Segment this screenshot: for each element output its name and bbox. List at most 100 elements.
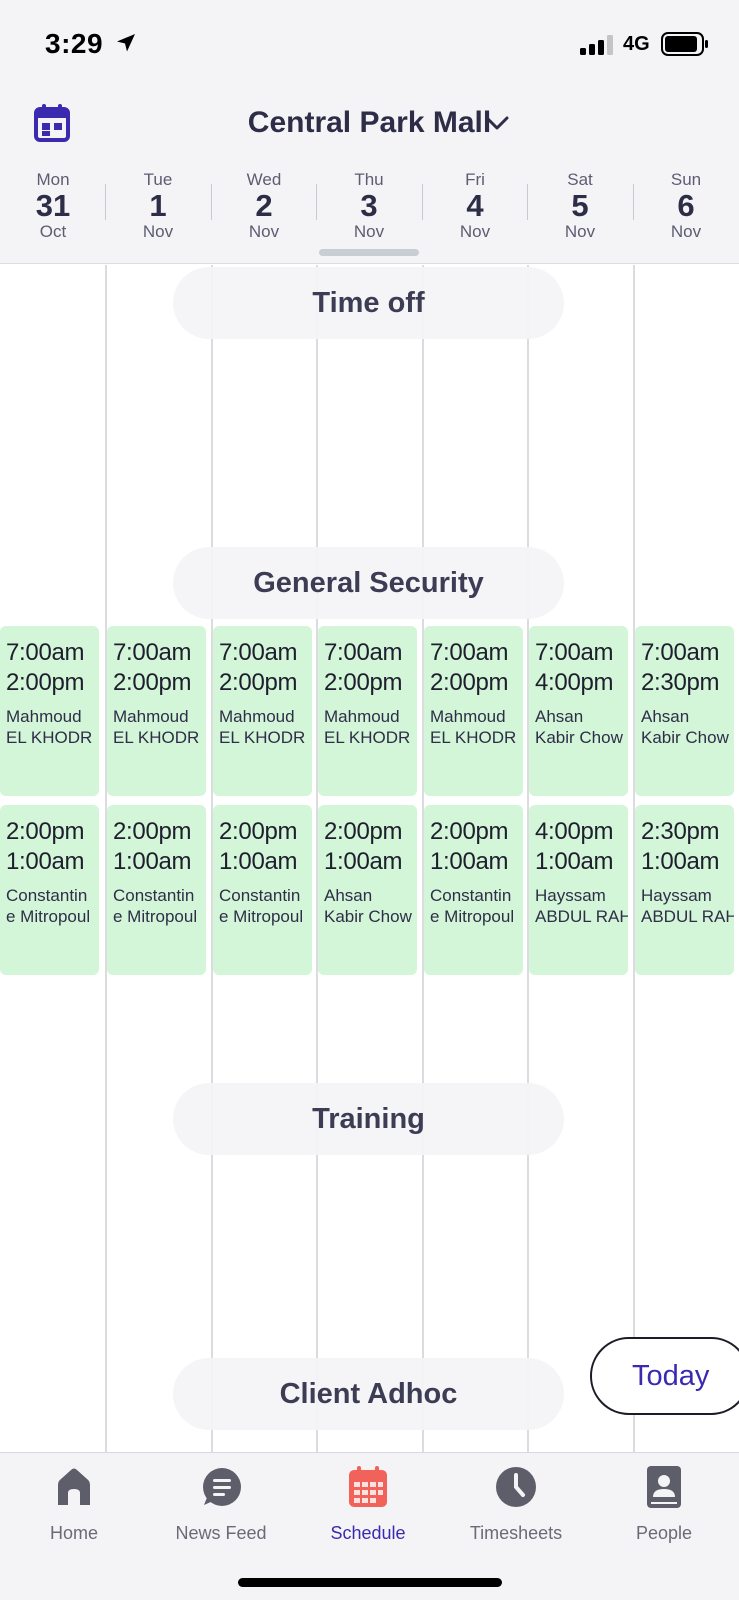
shift-card[interactable]: 7:00am 2:00pm Mahmoud EL KHODR (107, 626, 206, 796)
location-arrow-icon (117, 34, 135, 52)
day-divider (422, 184, 423, 220)
shift-start: 7:00am (430, 639, 509, 666)
day-tue[interactable]: Tue 1 Nov (105, 170, 211, 241)
shift-employee-first: Constantin (6, 886, 88, 905)
day-name: Sun (670, 170, 702, 189)
day-number: 31 (35, 188, 71, 223)
day-divider (316, 184, 317, 220)
shift-card[interactable]: 7:00am 2:30pm Ahsan Kabir Chow (635, 626, 734, 796)
tab-home[interactable]: Home (0, 1465, 148, 1544)
shift-employee-last: e Mitropoul (219, 907, 304, 926)
shift-end: 1:00am (641, 848, 720, 875)
day-month: Nov (670, 222, 702, 241)
location-name: Central Park Mall (247, 106, 492, 139)
day-name: Wed (246, 170, 282, 189)
shift-employee-first: Ahsan (641, 707, 690, 726)
contact-book-icon (647, 1466, 681, 1508)
day-number: 5 (571, 188, 589, 223)
home-indicator[interactable] (238, 1578, 502, 1587)
shift-start: 7:00am (641, 639, 720, 666)
shift-start: 7:00am (535, 639, 614, 666)
day-name: Tue (143, 170, 173, 189)
home-icon (58, 1468, 90, 1505)
shift-employee-first: Constantin (430, 886, 512, 905)
shift-employee-last: e Mitropoul (6, 907, 91, 926)
shift-start: 2:00pm (219, 818, 298, 845)
chevron-down-icon[interactable] (484, 112, 510, 134)
shift-start: 2:00pm (6, 818, 85, 845)
tab-schedule[interactable]: Schedule (294, 1465, 442, 1544)
shift-employee-first: Ahsan (535, 707, 584, 726)
day-thu[interactable]: Thu 3 Nov (316, 170, 422, 241)
shift-employee-last: ABDUL RAH (641, 907, 734, 926)
day-fri[interactable]: Fri 4 Nov (422, 170, 528, 241)
day-name: Mon (36, 170, 70, 189)
shift-employee-last: EL KHODR (219, 728, 306, 747)
day-number: 4 (466, 188, 484, 223)
day-number: 1 (149, 188, 167, 223)
shift-employee-first: Mahmoud (6, 707, 82, 726)
shift-card[interactable]: 2:00pm 1:00am Constantin e Mitropoul (424, 805, 523, 975)
shift-start: 4:00pm (535, 818, 614, 845)
shift-card[interactable]: 2:30pm 1:00am Hayssam ABDUL RAH (635, 805, 734, 975)
day-wed[interactable]: Wed 2 Nov (211, 170, 317, 241)
shift-employee-first: Mahmoud (113, 707, 189, 726)
day-name: Thu (354, 170, 384, 189)
tab-label: Timesheets (469, 1523, 563, 1543)
day-divider (633, 184, 634, 220)
today-button[interactable]: Today (590, 1337, 739, 1415)
shift-end: 2:00pm (324, 669, 403, 696)
shift-card[interactable]: 7:00am 4:00pm Ahsan Kabir Chow (529, 626, 628, 796)
shift-employee-last: EL KHODR (113, 728, 200, 747)
tab-label: Home (49, 1523, 98, 1543)
shift-card[interactable]: 2:00pm 1:00am Constantin e Mitropoul (0, 805, 99, 975)
day-name: Sat (567, 170, 593, 189)
shift-start: 7:00am (6, 639, 85, 666)
schedule-header: Central Park Mall Mon 31 Oct Tue 1 Nov W… (0, 92, 739, 264)
shift-end: 2:00pm (6, 669, 85, 696)
shift-end: 4:00pm (535, 669, 614, 696)
day-month: Nov (353, 222, 385, 241)
shift-employee-last: EL KHODR (6, 728, 93, 747)
tab-news-feed[interactable]: News Feed (147, 1465, 295, 1544)
shift-card[interactable]: 2:00pm 1:00am Constantin e Mitropoul (107, 805, 206, 975)
section-time-off: Time off (173, 267, 564, 339)
day-sun[interactable]: Sun 6 Nov (633, 170, 739, 241)
shift-employee-last: Kabir Chow (641, 728, 729, 747)
shift-card[interactable]: 2:00pm 1:00am Ahsan Kabir Chow (318, 805, 417, 975)
tab-people[interactable]: People (590, 1465, 738, 1544)
shift-start: 2:30pm (641, 818, 720, 845)
shift-employee-last: e Mitropoul (430, 907, 515, 926)
shift-card[interactable]: 7:00am 2:00pm Mahmoud EL KHODR (213, 626, 312, 796)
day-month: Nov (248, 222, 280, 241)
shift-employee-first: Hayssam (535, 886, 606, 905)
tab-timesheets[interactable]: Timesheets (442, 1465, 590, 1544)
day-divider (105, 184, 106, 220)
shift-employee-last: Kabir Chow (324, 907, 412, 926)
day-mon[interactable]: Mon 31 Oct (0, 170, 106, 241)
shift-card[interactable]: 4:00pm 1:00am Hayssam ABDUL RAH (529, 805, 628, 975)
day-number: 3 (360, 188, 378, 223)
shift-end: 1:00am (6, 848, 85, 875)
shift-end: 1:00am (113, 848, 192, 875)
day-sat[interactable]: Sat 5 Nov (527, 170, 633, 241)
shift-card[interactable]: 7:00am 2:00pm Mahmoud EL KHODR (0, 626, 99, 796)
location-selector[interactable]: Central Park Mall (0, 106, 739, 140)
shift-start: 2:00pm (430, 818, 509, 845)
schedule-grid[interactable]: Time off General Security 7:00am 2:00pm … (0, 265, 739, 1452)
day-number: 2 (255, 188, 273, 223)
shift-card[interactable]: 7:00am 2:00pm Mahmoud EL KHODR (424, 626, 523, 796)
shift-employee-first: Ahsan (324, 886, 373, 905)
day-strip: Mon 31 Oct Tue 1 Nov Wed 2 Nov Thu 3 Nov… (0, 170, 739, 241)
calendar-grid-icon (349, 1466, 387, 1507)
shift-employee-first: Mahmoud (430, 707, 506, 726)
shift-employee-last: ABDUL RAH (535, 907, 628, 926)
tab-label: News Feed (175, 1523, 267, 1543)
status-time: 3:29 (45, 28, 104, 59)
shift-card[interactable]: 2:00pm 1:00am Constantin e Mitropoul (213, 805, 312, 975)
status-bar: 3:29 4G (0, 0, 739, 92)
shift-card[interactable]: 7:00am 2:00pm Mahmoud EL KHODR (318, 626, 417, 796)
day-month: Nov (459, 222, 491, 241)
shift-end: 2:00pm (219, 669, 298, 696)
shift-end: 1:00am (535, 848, 614, 875)
